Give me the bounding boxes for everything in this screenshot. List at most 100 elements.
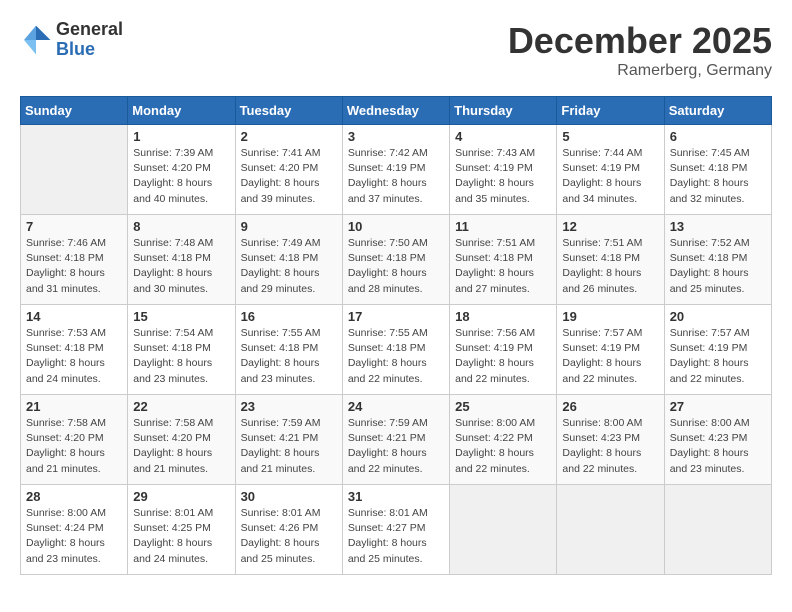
day-info: Sunrise: 7:58 AMSunset: 4:20 PMDaylight:… (26, 416, 122, 477)
calendar-cell: 17 Sunrise: 7:55 AMSunset: 4:18 PMDayligh… (342, 305, 449, 395)
day-number: 30 (241, 489, 337, 504)
day-info: Sunrise: 8:00 AMSunset: 4:23 PMDaylight:… (670, 416, 766, 477)
header-day-monday: Monday (128, 97, 235, 125)
calendar-cell: 15 Sunrise: 7:54 AMSunset: 4:18 PMDayligh… (128, 305, 235, 395)
calendar-cell: 14 Sunrise: 7:53 AMSunset: 4:18 PMDayligh… (21, 305, 128, 395)
day-info: Sunrise: 7:49 AMSunset: 4:18 PMDaylight:… (241, 236, 337, 297)
calendar-cell: 4 Sunrise: 7:43 AMSunset: 4:19 PMDaylight… (450, 125, 557, 215)
calendar-cell: 28 Sunrise: 8:00 AMSunset: 4:24 PMDayligh… (21, 485, 128, 575)
day-info: Sunrise: 7:51 AMSunset: 4:18 PMDaylight:… (562, 236, 658, 297)
day-number: 11 (455, 219, 551, 234)
calendar-cell (664, 485, 771, 575)
calendar: SundayMondayTuesdayWednesdayThursdayFrid… (20, 96, 772, 575)
title-area: December 2025 Ramerberg, Germany (508, 20, 772, 80)
calendar-cell: 24 Sunrise: 7:59 AMSunset: 4:21 PMDayligh… (342, 395, 449, 485)
calendar-cell: 10 Sunrise: 7:50 AMSunset: 4:18 PMDayligh… (342, 215, 449, 305)
day-info: Sunrise: 7:46 AMSunset: 4:18 PMDaylight:… (26, 236, 122, 297)
day-info: Sunrise: 7:41 AMSunset: 4:20 PMDaylight:… (241, 146, 337, 207)
logo-text: General Blue (56, 20, 123, 60)
day-number: 16 (241, 309, 337, 324)
day-info: Sunrise: 7:44 AMSunset: 4:19 PMDaylight:… (562, 146, 658, 207)
day-number: 20 (670, 309, 766, 324)
day-info: Sunrise: 8:00 AMSunset: 4:23 PMDaylight:… (562, 416, 658, 477)
calendar-cell: 25 Sunrise: 8:00 AMSunset: 4:22 PMDayligh… (450, 395, 557, 485)
calendar-cell: 5 Sunrise: 7:44 AMSunset: 4:19 PMDaylight… (557, 125, 664, 215)
day-number: 24 (348, 399, 444, 414)
calendar-cell (21, 125, 128, 215)
day-number: 31 (348, 489, 444, 504)
day-number: 15 (133, 309, 229, 324)
day-info: Sunrise: 7:43 AMSunset: 4:19 PMDaylight:… (455, 146, 551, 207)
logo-blue-text: Blue (56, 40, 123, 60)
day-info: Sunrise: 7:59 AMSunset: 4:21 PMDaylight:… (241, 416, 337, 477)
day-number: 13 (670, 219, 766, 234)
day-number: 28 (26, 489, 122, 504)
day-info: Sunrise: 8:01 AMSunset: 4:27 PMDaylight:… (348, 506, 444, 567)
calendar-cell: 3 Sunrise: 7:42 AMSunset: 4:19 PMDaylight… (342, 125, 449, 215)
header: General Blue December 2025 Ramerberg, Ge… (20, 20, 772, 80)
day-number: 29 (133, 489, 229, 504)
day-info: Sunrise: 7:57 AMSunset: 4:19 PMDaylight:… (670, 326, 766, 387)
day-number: 27 (670, 399, 766, 414)
header-day-saturday: Saturday (664, 97, 771, 125)
month-title: December 2025 (508, 20, 772, 62)
calendar-cell (557, 485, 664, 575)
day-info: Sunrise: 7:53 AMSunset: 4:18 PMDaylight:… (26, 326, 122, 387)
day-number: 12 (562, 219, 658, 234)
day-info: Sunrise: 7:42 AMSunset: 4:19 PMDaylight:… (348, 146, 444, 207)
location: Ramerberg, Germany (508, 62, 772, 80)
week-row-1: 1 Sunrise: 7:39 AMSunset: 4:20 PMDaylight… (21, 125, 772, 215)
day-info: Sunrise: 7:45 AMSunset: 4:18 PMDaylight:… (670, 146, 766, 207)
day-info: Sunrise: 7:51 AMSunset: 4:18 PMDaylight:… (455, 236, 551, 297)
day-info: Sunrise: 7:59 AMSunset: 4:21 PMDaylight:… (348, 416, 444, 477)
header-row: SundayMondayTuesdayWednesdayThursdayFrid… (21, 97, 772, 125)
calendar-cell: 1 Sunrise: 7:39 AMSunset: 4:20 PMDaylight… (128, 125, 235, 215)
day-number: 5 (562, 129, 658, 144)
day-info: Sunrise: 7:55 AMSunset: 4:18 PMDaylight:… (348, 326, 444, 387)
day-number: 17 (348, 309, 444, 324)
day-number: 9 (241, 219, 337, 234)
calendar-cell: 26 Sunrise: 8:00 AMSunset: 4:23 PMDayligh… (557, 395, 664, 485)
day-info: Sunrise: 7:48 AMSunset: 4:18 PMDaylight:… (133, 236, 229, 297)
day-info: Sunrise: 7:57 AMSunset: 4:19 PMDaylight:… (562, 326, 658, 387)
week-row-5: 28 Sunrise: 8:00 AMSunset: 4:24 PMDayligh… (21, 485, 772, 575)
week-row-3: 14 Sunrise: 7:53 AMSunset: 4:18 PMDayligh… (21, 305, 772, 395)
day-number: 3 (348, 129, 444, 144)
day-info: Sunrise: 7:52 AMSunset: 4:18 PMDaylight:… (670, 236, 766, 297)
calendar-cell: 11 Sunrise: 7:51 AMSunset: 4:18 PMDayligh… (450, 215, 557, 305)
day-info: Sunrise: 7:54 AMSunset: 4:18 PMDaylight:… (133, 326, 229, 387)
day-number: 8 (133, 219, 229, 234)
day-number: 19 (562, 309, 658, 324)
week-row-4: 21Sunrise: 7:58 AMSunset: 4:20 PMDayligh… (21, 395, 772, 485)
calendar-cell: 30 Sunrise: 8:01 AMSunset: 4:26 PMDayligh… (235, 485, 342, 575)
calendar-cell: 27 Sunrise: 8:00 AMSunset: 4:23 PMDayligh… (664, 395, 771, 485)
logo-general-text: General (56, 20, 123, 40)
calendar-cell: 2Sunrise: 7:41 AMSunset: 4:20 PMDaylight… (235, 125, 342, 215)
day-info: Sunrise: 8:00 AMSunset: 4:24 PMDaylight:… (26, 506, 122, 567)
week-row-2: 7Sunrise: 7:46 AMSunset: 4:18 PMDaylight… (21, 215, 772, 305)
calendar-cell: 13 Sunrise: 7:52 AMSunset: 4:18 PMDayligh… (664, 215, 771, 305)
calendar-cell: 21Sunrise: 7:58 AMSunset: 4:20 PMDayligh… (21, 395, 128, 485)
calendar-cell: 22Sunrise: 7:58 AMSunset: 4:20 PMDayligh… (128, 395, 235, 485)
day-number: 1 (133, 129, 229, 144)
day-info: Sunrise: 7:56 AMSunset: 4:19 PMDaylight:… (455, 326, 551, 387)
calendar-cell: 23Sunrise: 7:59 AMSunset: 4:21 PMDayligh… (235, 395, 342, 485)
calendar-header: SundayMondayTuesdayWednesdayThursdayFrid… (21, 97, 772, 125)
day-number: 10 (348, 219, 444, 234)
calendar-cell: 16Sunrise: 7:55 AMSunset: 4:18 PMDayligh… (235, 305, 342, 395)
header-day-friday: Friday (557, 97, 664, 125)
day-number: 26 (562, 399, 658, 414)
day-info: Sunrise: 8:00 AMSunset: 4:22 PMDaylight:… (455, 416, 551, 477)
day-number: 4 (455, 129, 551, 144)
day-info: Sunrise: 7:39 AMSunset: 4:20 PMDaylight:… (133, 146, 229, 207)
calendar-cell: 6Sunrise: 7:45 AMSunset: 4:18 PMDaylight… (664, 125, 771, 215)
day-info: Sunrise: 7:50 AMSunset: 4:18 PMDaylight:… (348, 236, 444, 297)
day-info: Sunrise: 8:01 AMSunset: 4:26 PMDaylight:… (241, 506, 337, 567)
day-info: Sunrise: 8:01 AMSunset: 4:25 PMDaylight:… (133, 506, 229, 567)
day-number: 25 (455, 399, 551, 414)
calendar-cell: 29 Sunrise: 8:01 AMSunset: 4:25 PMDayligh… (128, 485, 235, 575)
day-number: 14 (26, 309, 122, 324)
calendar-cell: 12 Sunrise: 7:51 AMSunset: 4:18 PMDayligh… (557, 215, 664, 305)
calendar-cell: 9 Sunrise: 7:49 AMSunset: 4:18 PMDaylight… (235, 215, 342, 305)
calendar-cell (450, 485, 557, 575)
